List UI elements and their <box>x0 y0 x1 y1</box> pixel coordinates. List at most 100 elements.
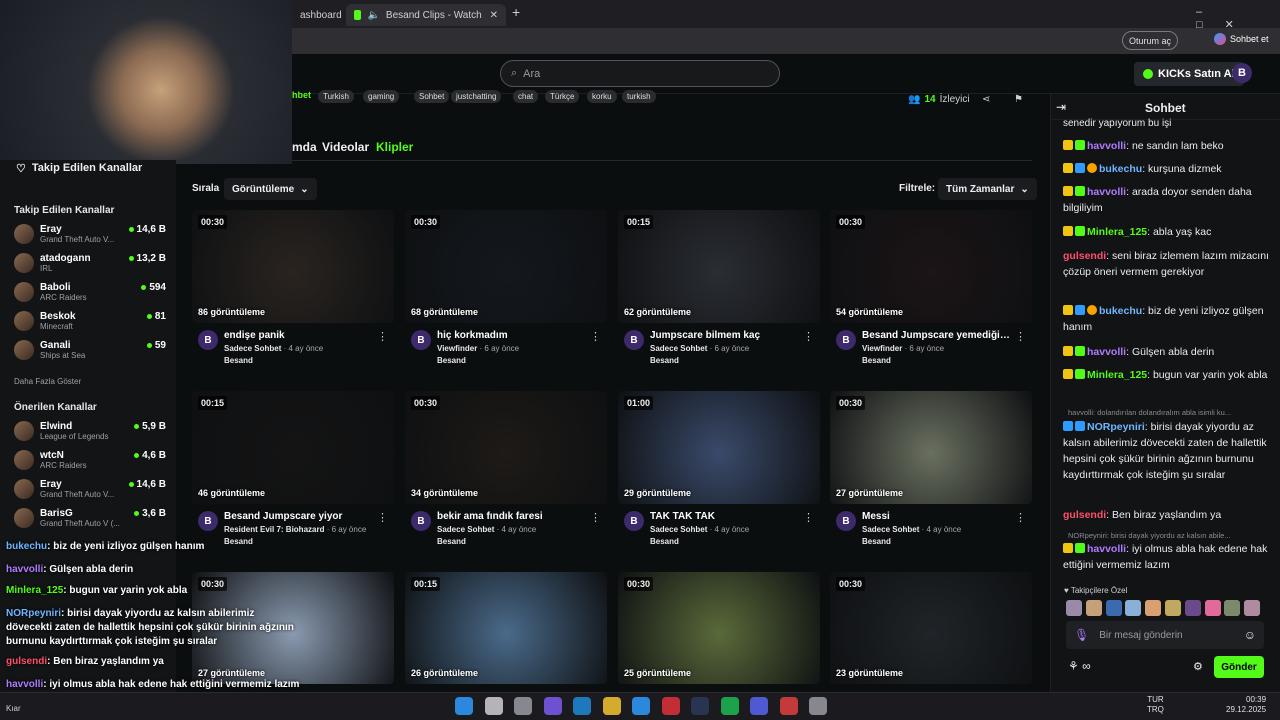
clip-card[interactable]: 00:30 25 görüntüleme <box>618 572 820 684</box>
more-options-icon[interactable]: ⋮ <box>590 330 601 343</box>
share-icon[interactable]: ⋖ <box>982 94 990 105</box>
clip-channel[interactable]: Besand <box>437 356 466 365</box>
tab-clips[interactable]: Klipler <box>376 140 413 154</box>
channel-avatar[interactable]: B <box>836 330 856 350</box>
emoji-icon[interactable]: ☺ <box>1244 628 1256 642</box>
clip-thumbnail[interactable]: 00:30 34 görüntüleme <box>405 391 607 504</box>
clip-card[interactable]: 00:30 54 görüntüleme B Besand Jumpscare yem… <box>830 210 1032 367</box>
more-options-icon[interactable]: ⋮ <box>803 330 814 343</box>
weather-widget[interactable]: Kıar <box>6 704 21 713</box>
chat-username[interactable]: NORpeyniri <box>1087 421 1145 433</box>
tag-pill[interactable]: justchatting <box>451 90 502 103</box>
mail-icon[interactable] <box>779 697 798 715</box>
clock[interactable]: 00:39 29.12.2025 <box>1226 695 1266 715</box>
chat-username[interactable]: gulsendi <box>1063 250 1106 262</box>
clip-card[interactable]: 00:15 26 görüntüleme <box>405 572 607 684</box>
emote-icon[interactable] <box>1145 600 1162 616</box>
clip-channel[interactable]: Besand <box>437 537 466 546</box>
clip-category[interactable]: Resident Evil 7: Biohazard <box>224 525 324 534</box>
emote-icon[interactable] <box>1125 600 1142 616</box>
more-options-icon[interactable]: ⋮ <box>1015 511 1026 524</box>
clip-thumbnail[interactable]: 00:15 26 görüntüleme <box>405 572 607 684</box>
emote-icon[interactable] <box>1085 600 1102 616</box>
clip-category[interactable]: Sadece Sohbet <box>650 344 707 353</box>
emote-icon[interactable] <box>1224 600 1241 616</box>
file-explorer-icon[interactable] <box>602 697 621 715</box>
clip-thumbnail[interactable]: 00:30 25 görüntüleme <box>618 572 820 684</box>
channel-avatar[interactable]: B <box>624 330 644 350</box>
steam-icon[interactable] <box>691 697 709 715</box>
search-icon[interactable] <box>484 697 503 715</box>
more-options-icon[interactable]: ⋮ <box>1015 330 1026 343</box>
clip-channel[interactable]: Besand <box>862 356 891 365</box>
more-options-icon[interactable]: ⋮ <box>590 511 601 524</box>
chat-username[interactable]: Minlera_125 <box>1087 226 1147 238</box>
emote-icon[interactable] <box>1105 600 1122 616</box>
clip-card[interactable]: 00:30 86 görüntüleme Bendişe panik Sadece S… <box>192 210 394 367</box>
store-icon[interactable] <box>632 697 650 715</box>
clip-category[interactable]: Sadece Sohbet <box>650 525 707 534</box>
emote-icon[interactable] <box>1165 600 1181 616</box>
chat-username[interactable]: havvolli <box>1087 346 1126 358</box>
opera-icon[interactable] <box>661 697 680 715</box>
clip-card[interactable]: 00:30 68 görüntüleme Bhiç korkmadım Viewfin… <box>405 210 607 367</box>
sidebar-channel[interactable]: Ganali Ships at Sea 59 <box>14 340 166 368</box>
clip-thumbnail[interactable]: 00:15 62 görüntüleme <box>618 210 820 323</box>
close-tab-icon[interactable]: ✕ <box>490 10 498 21</box>
copilot-button[interactable]: Sohbet et <box>1214 33 1269 45</box>
clip-card[interactable]: 00:15 62 görüntüleme B Jumpscare bilmem kaç… <box>618 210 820 367</box>
sidebar-channel[interactable]: wtcN ARC Raiders 4,6 B <box>14 450 166 478</box>
tag-pill[interactable]: chat <box>513 90 539 103</box>
channel-avatar[interactable]: B <box>198 511 218 531</box>
sort-dropdown[interactable]: Görüntüleme ⌄ <box>224 178 317 200</box>
emote-icon[interactable] <box>1066 600 1082 616</box>
sidebar-channel[interactable]: BarisG Grand Theft Auto V (... 3,6 B <box>14 508 166 536</box>
clip-title[interactable]: hiç korkmadım <box>437 330 587 341</box>
clip-thumbnail[interactable]: 00:30 27 görüntüleme <box>830 391 1032 504</box>
channel-avatar[interactable]: B <box>411 511 431 531</box>
tag-pill[interactable]: korku <box>587 90 617 103</box>
channel-avatar[interactable]: B <box>624 511 644 531</box>
send-button[interactable]: Gönder <box>1214 656 1264 678</box>
chat-input[interactable]: 🎙 Bir mesaj gönderin ☺ <box>1066 621 1264 649</box>
clip-thumbnail[interactable]: 00:30 23 görüntüleme <box>830 572 1032 684</box>
chat-username[interactable]: gulsendi <box>1063 509 1106 521</box>
tag-pill[interactable]: turkish <box>622 90 656 103</box>
clip-title[interactable]: bekir ama fındık faresi <box>437 511 587 522</box>
clip-title[interactable]: Besand Jumpscare yiyor <box>224 511 374 522</box>
filter-dropdown[interactable]: Tüm Zamanlar ⌄ <box>938 178 1037 200</box>
clip-category[interactable]: Sadece Sohbet <box>437 525 494 534</box>
more-options-icon[interactable]: ⋮ <box>377 511 388 524</box>
channel-avatar[interactable]: B <box>836 511 856 531</box>
copilot-icon[interactable] <box>543 697 562 715</box>
clip-thumbnail[interactable]: 00:30 68 görüntüleme <box>405 210 607 323</box>
tab-dashboard[interactable]: ashboard <box>292 4 346 26</box>
emote-icon[interactable] <box>1184 600 1201 616</box>
chat-username[interactable]: havvolli <box>1087 186 1126 198</box>
followed-toggle[interactable]: ♡ Takip Edilen Kanallar <box>16 162 142 175</box>
clip-channel[interactable]: Besand <box>650 537 679 546</box>
follow-icon[interactable]: ⚑ <box>1014 94 1023 105</box>
clip-category[interactable]: Viewfinder <box>862 344 902 353</box>
show-more-link[interactable]: Daha Fazla Göster <box>14 377 81 386</box>
chat-username[interactable]: havvolli <box>1087 543 1126 555</box>
emote-icon[interactable] <box>1204 600 1221 616</box>
edge-icon[interactable] <box>573 697 591 715</box>
clip-category[interactable]: Sadece Sohbet <box>224 344 281 353</box>
clip-channel[interactable]: Besand <box>224 356 253 365</box>
channel-avatar[interactable]: B <box>198 330 218 350</box>
new-tab-icon[interactable]: + <box>512 4 520 20</box>
clip-thumbnail[interactable]: 00:30 54 görüntüleme <box>830 210 1032 323</box>
channel-avatar[interactable]: B <box>411 330 431 350</box>
chat-username[interactable]: bukechu <box>1099 305 1142 317</box>
clip-channel[interactable]: Besand <box>862 537 891 546</box>
points-icon[interactable]: ⚘ ∞ <box>1068 659 1091 673</box>
clip-card[interactable]: 01:00 29 görüntüleme B TAK TAK TAK Sadece So… <box>618 391 820 548</box>
chat-settings-icon[interactable]: ⚙ <box>1193 660 1203 673</box>
input-language[interactable]: TUR TRQ <box>1147 695 1164 715</box>
chat-username[interactable]: Minlera_125 <box>1087 369 1147 381</box>
clip-title[interactable]: Jumpscare bilmem kaç <box>650 330 800 341</box>
sidebar-channel[interactable]: Elwind League of Legends 5,9 B <box>14 421 166 449</box>
clip-card[interactable]: 00:30 23 görüntüleme <box>830 572 1032 684</box>
sidebar-channel[interactable]: Baboli ARC Raiders 594 <box>14 282 166 310</box>
